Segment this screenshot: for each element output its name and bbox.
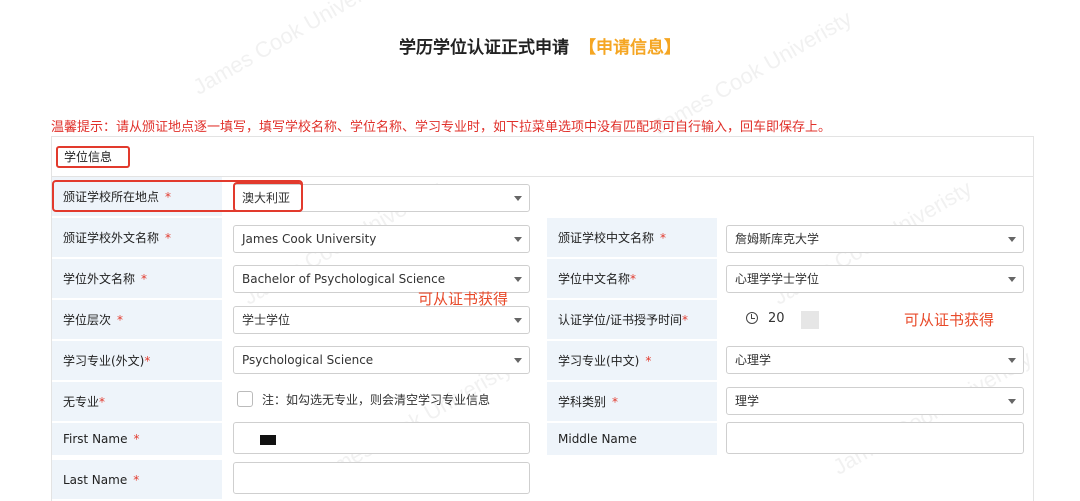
degree-cn-select[interactable]: 心理学学士学位 [726, 265, 1024, 293]
chevron-down-icon [514, 318, 522, 323]
redacted-block [801, 311, 819, 329]
chevron-down-icon [514, 196, 522, 201]
chevron-down-icon [1008, 277, 1016, 282]
no-major-checkbox[interactable] [237, 391, 253, 407]
no-major-label: 无专业 * [52, 382, 222, 422]
chevron-down-icon [514, 237, 522, 242]
highlight-box [233, 182, 303, 212]
clock-icon[interactable] [746, 312, 758, 324]
first-name-label: First Name * [52, 423, 222, 456]
category-select[interactable]: 理学 [726, 387, 1024, 415]
page-title: 学历学位认证正式申请 【申请信息】 [0, 33, 1080, 58]
school-cn-select[interactable]: 詹姆斯库克大学 [726, 225, 1024, 253]
major-cn-select[interactable]: 心理学 [726, 346, 1024, 374]
no-major-note: 注：如勾选无专业，则会清空学习专业信息 [262, 393, 491, 407]
degree-level-label: 学位层次 * [52, 300, 222, 340]
degree-cn-label: 学位中文名称 * [547, 259, 717, 299]
annotation-from-certificate: 可从证书获得 [904, 311, 995, 329]
degree-foreign-label: 学位外文名称 * [52, 259, 222, 299]
first-name-input[interactable] [233, 422, 530, 454]
chevron-down-icon [1008, 399, 1016, 404]
award-time-value[interactable]: 20 [768, 311, 785, 326]
major-foreign-label: 学习专业(外文) * [52, 341, 222, 381]
middle-name-input[interactable] [726, 422, 1024, 454]
category-label: 学科类别 * [547, 382, 717, 422]
major-cn-label: 学习专业(中文) * [547, 341, 717, 381]
school-cn-label: 颁证学校中文名称 * [547, 218, 717, 258]
school-foreign-label: 颁证学校外文名称 * [52, 218, 222, 258]
degree-level-select[interactable]: 学士学位 [233, 306, 530, 334]
middle-name-label: Middle Name [547, 423, 717, 456]
page-title-tag: 【申请信息】 [579, 38, 681, 58]
chevron-down-icon [514, 277, 522, 282]
redacted-block [260, 435, 276, 445]
chevron-down-icon [1008, 358, 1016, 363]
section-title: 学位信息 [56, 146, 130, 168]
chevron-down-icon [514, 358, 522, 363]
last-name-label: Last Name * [52, 460, 222, 500]
last-name-input[interactable] [233, 462, 530, 494]
page-title-text: 学历学位认证正式申请 [399, 38, 569, 58]
hint-text: 温馨提示：请从颁证地点逐一填写，填写学校名称、学位名称、学习专业时，如下拉菜单选… [51, 120, 832, 135]
major-foreign-select[interactable]: Psychological Science [233, 346, 530, 374]
school-foreign-select[interactable]: James Cook University [233, 225, 530, 253]
award-time-label: 认证学位/证书授予时间 * [547, 300, 717, 340]
chevron-down-icon [1008, 237, 1016, 242]
